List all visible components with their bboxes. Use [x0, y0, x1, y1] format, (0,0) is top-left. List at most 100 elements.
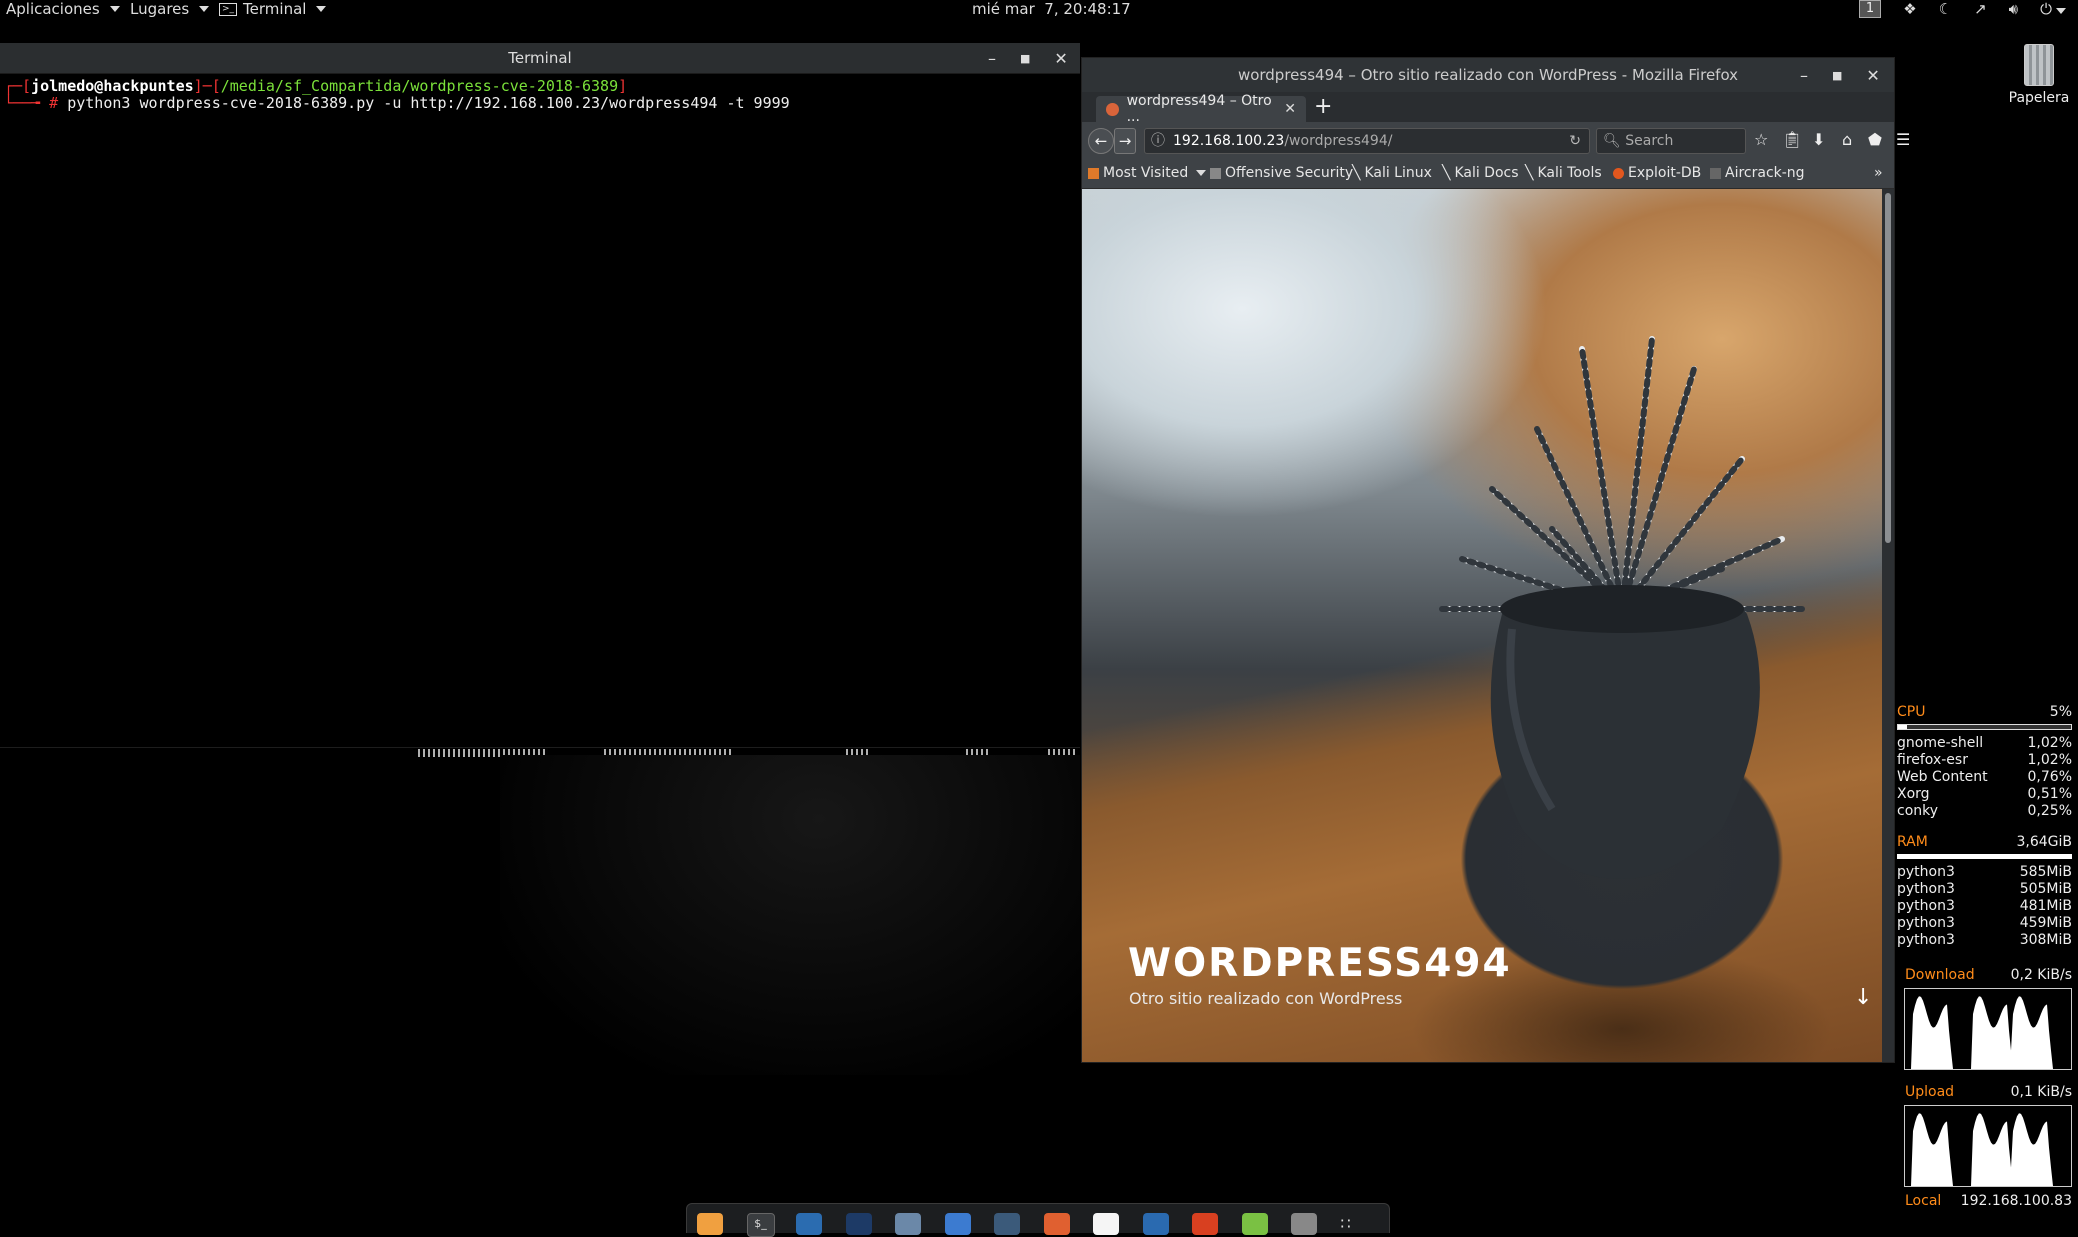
- clock[interactable]: mié mar 7, 20:48:17: [972, 0, 1131, 18]
- close-icon[interactable]: ✕: [1054, 49, 1067, 68]
- trash-desktop-icon[interactable]: Papelera: [2000, 44, 2078, 106]
- process-usage: 585MiB: [2019, 864, 2072, 880]
- close-tab-icon[interactable]: ✕: [1284, 101, 1296, 117]
- workspace-indicator[interactable]: 1: [1858, 0, 1882, 18]
- info-icon[interactable]: ⓘ: [1151, 129, 1165, 153]
- terminal-title: Terminal: [508, 49, 572, 67]
- download-value: 0,2 KiB/s: [2010, 967, 2072, 983]
- home-icon[interactable]: ⌂: [1842, 128, 1852, 152]
- minimize-icon[interactable]: –: [988, 49, 996, 68]
- reading-list-icon[interactable]: 📋︎: [1782, 128, 1802, 152]
- terminal-window[interactable]: Terminal – ■ ✕ ┌─[jolmedo@hackpuntes]─[/…: [0, 43, 1080, 1232]
- power-icon[interactable]: ⏻: [2040, 0, 2066, 18]
- traffic-area: [1905, 996, 2071, 1069]
- local-label: Local: [1905, 1193, 1942, 1209]
- url-bar[interactable]: ⓘ 192.168.100.23/wordpress494/ ↻: [1144, 128, 1590, 154]
- process-usage: 308MiB: [2019, 932, 2072, 948]
- page-scrollbar[interactable]: [1882, 189, 1894, 1062]
- minimize-icon[interactable]: –: [1800, 66, 1808, 85]
- cpu-value: 5%: [2049, 704, 2072, 720]
- site-title[interactable]: WORDPRESS494: [1128, 941, 1512, 986]
- bookmark-label: Kali Tools: [1537, 165, 1602, 181]
- new-tab-button[interactable]: +: [1314, 94, 1332, 120]
- process-name: gnome-shell: [1897, 735, 1984, 751]
- chevron-down-icon: [199, 6, 210, 12]
- bookmark-most-visited[interactable]: Most Visited: [1088, 158, 1207, 188]
- process-row: python3 481MiB: [1897, 898, 2072, 915]
- ram-label: RAM: [1897, 834, 1928, 850]
- forward-button[interactable]: →: [1114, 128, 1136, 154]
- local-ip: 192.168.100.83: [1960, 1193, 2072, 1209]
- bookmark-star-icon[interactable]: ☆: [1754, 128, 1768, 152]
- prompt-bracket: ┌─[: [4, 77, 32, 95]
- cpu-bar-fill: [1898, 725, 1907, 729]
- scrollbar-thumb[interactable]: [1885, 193, 1891, 543]
- bookmark-offensive-security[interactable]: Offensive Security: [1210, 158, 1353, 188]
- bookmarks-toolbar: Most Visited Offensive Security ╲ Kali Li…: [1082, 158, 1894, 189]
- bookmark-label: Kali Linux: [1364, 165, 1432, 181]
- tab-label: wordpress494 – Otro ...: [1126, 93, 1272, 125]
- hamburger-menu-icon[interactable]: ☰: [1896, 128, 1910, 152]
- process-name: conky: [1897, 803, 1939, 819]
- kali-dragon-icon: ╲: [1442, 165, 1451, 181]
- prompt-user-host: jolmedo@hackpuntes: [31, 77, 194, 95]
- process-name: python3: [1897, 932, 1955, 948]
- close-icon[interactable]: ✕: [1866, 66, 1879, 85]
- bookmark-aircrack-ng[interactable]: Aircrack-ng: [1710, 158, 1805, 188]
- terminal-icon: >_: [219, 2, 238, 16]
- reload-icon[interactable]: ↻: [1569, 129, 1581, 153]
- ram-bar: [1897, 854, 2072, 859]
- search-icon: 🔍︎: [1603, 133, 1621, 149]
- process-usage: 1,02%: [2027, 752, 2072, 768]
- terminal-titlebar[interactable]: Terminal – ■ ✕: [0, 43, 1080, 74]
- prompt-line2: └──╼: [4, 94, 50, 112]
- firefox-window-title: wordpress494 – Otro sitio realizado con …: [1237, 66, 1739, 84]
- back-button[interactable]: ←: [1088, 128, 1114, 154]
- wordpress-favicon-icon: [1106, 102, 1119, 116]
- pocket-icon[interactable]: ⬟: [1868, 128, 1882, 152]
- process-row: gnome-shell 1,02%: [1897, 735, 2072, 752]
- puzzle-icon[interactable]: ❖: [1903, 0, 1916, 18]
- volume-icon[interactable]: 🔊︎: [2009, 0, 2018, 18]
- night-mode-icon[interactable]: ☾: [1939, 0, 1952, 18]
- navigation-toolbar: ← → ⓘ 192.168.100.23/wordpress494/ ↻ 🔍︎ …: [1082, 122, 1910, 158]
- process-usage: 1,02%: [2027, 735, 2072, 751]
- bookmark-kali-tools[interactable]: ╲ Kali Tools: [1525, 158, 1602, 188]
- maximize-icon[interactable]: ■: [1020, 52, 1030, 65]
- prompt-path: /media/sf_Compartida/wordpress-cve-2018-…: [220, 77, 619, 95]
- page-hero[interactable]: WORDPRESS494 Otro sitio realizado con Wo…: [1082, 189, 1882, 1062]
- dock: $_ ∷: [686, 1203, 1390, 1237]
- prompt-hash: #: [49, 94, 59, 112]
- top-panel: Aplicaciones Lugares >_ Terminal mié mar…: [0, 0, 2078, 18]
- scroll-down-arrow-icon[interactable]: ↓: [1854, 985, 1872, 1010]
- tab-wordpress494[interactable]: wordpress494 – Otro ... ✕: [1096, 93, 1306, 125]
- process-row: conky 0,25%: [1897, 803, 2072, 820]
- network-icon[interactable]: ↗: [1974, 0, 1987, 18]
- terminal-icon[interactable]: $_: [746, 1213, 775, 1237]
- applications-menu[interactable]: Aplicaciones: [6, 0, 120, 18]
- kali-dragon-icon: ╲: [1352, 165, 1361, 181]
- terminal-app-menu[interactable]: >_ Terminal: [219, 0, 327, 18]
- trash-label: Papelera: [2008, 90, 2070, 106]
- process-name: firefox-esr: [1897, 752, 1968, 768]
- applications-label: Aplicaciones: [6, 0, 100, 18]
- firefox-window[interactable]: wordpress494 – Otro sitio realizado con …: [1081, 57, 1910, 1063]
- chevron-down-icon: [316, 6, 327, 12]
- bookmark-exploit-db[interactable]: Exploit-DB: [1613, 158, 1701, 188]
- bookmark-kali-docs[interactable]: ╲ Kali Docs: [1442, 158, 1519, 188]
- maximize-icon[interactable]: ■: [1832, 69, 1842, 82]
- bookmarks-overflow-icon[interactable]: »: [1874, 158, 1883, 188]
- places-menu[interactable]: Lugares: [130, 0, 210, 18]
- firefox-titlebar[interactable]: wordpress494 – Otro sitio realizado con …: [1082, 58, 1894, 92]
- process-name: Web Content: [1897, 769, 1988, 785]
- offsec-icon: [1210, 167, 1221, 179]
- kali-dragon-icon: ╲: [1525, 165, 1534, 181]
- process-row: firefox-esr 1,02%: [1897, 752, 2072, 769]
- search-bar[interactable]: 🔍︎ Search: [1596, 128, 1746, 154]
- download-icon[interactable]: ⬇: [1812, 128, 1825, 152]
- bookmark-kali-linux[interactable]: ╲ Kali Linux: [1352, 158, 1432, 188]
- background-artifact: [500, 755, 1080, 1075]
- bookmark-label: Most Visited: [1103, 165, 1189, 181]
- terminal-output[interactable]: ┌─[jolmedo@hackpuntes]─[/media/sf_Compar…: [0, 74, 1080, 112]
- ram-value: 3,64GiB: [2016, 834, 2072, 850]
